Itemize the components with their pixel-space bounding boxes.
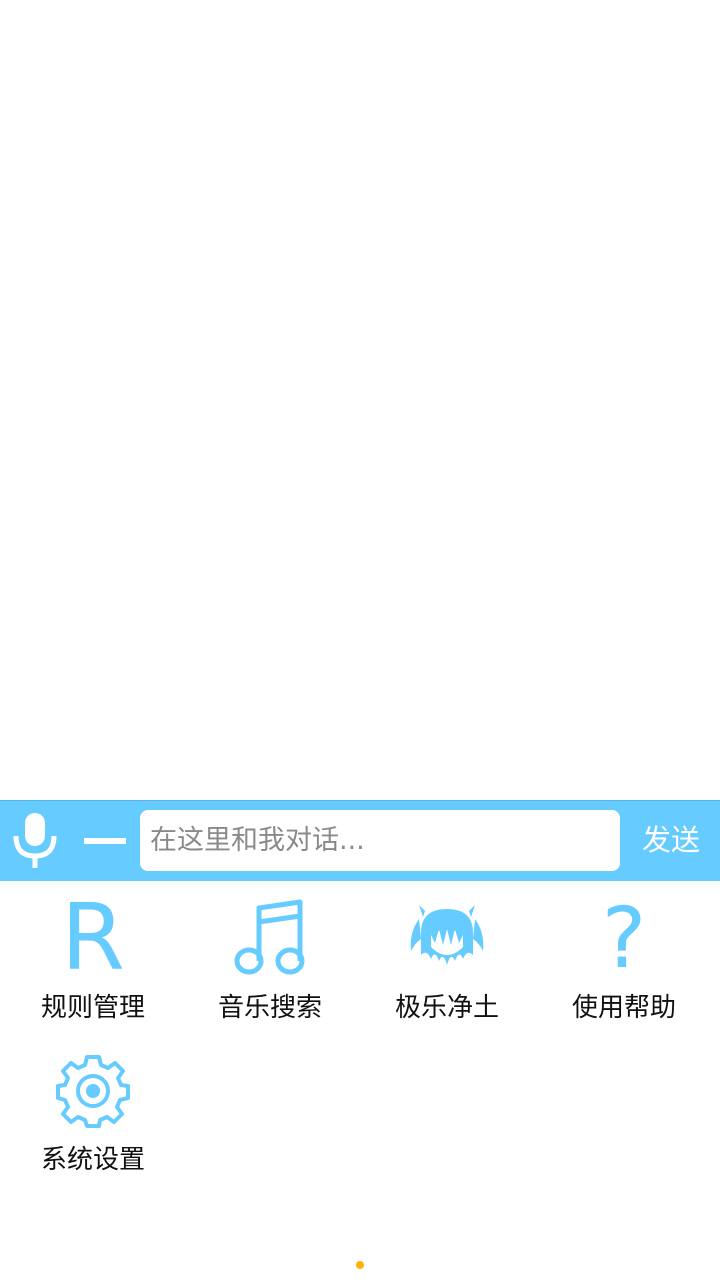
microphone-button[interactable]: [10, 810, 60, 870]
minus-icon: [84, 838, 126, 844]
input-bar-divider: [0, 800, 720, 801]
app-screen: 发送 R 规则管理 音乐搜索: [0, 0, 720, 1280]
menu-item-pure-land[interactable]: 极乐净土: [357, 881, 537, 1031]
page-indicator-dot: [356, 1261, 364, 1269]
function-menu: R 规则管理 音乐搜索 极乐净土 ? 使用帮助 系统设置: [0, 881, 720, 1211]
menu-item-system-settings[interactable]: 系统设置: [3, 1033, 183, 1183]
menu-item-label: 极乐净土: [394, 993, 499, 1023]
menu-item-rule-management[interactable]: R 规则管理: [3, 881, 183, 1031]
chat-area[interactable]: [0, 0, 720, 800]
send-button[interactable]: 发送: [630, 810, 712, 871]
input-bar: 发送: [0, 800, 720, 881]
menu-item-label: 使用帮助: [571, 993, 676, 1023]
music-note-icon: [225, 897, 315, 979]
letter-r-icon: R: [48, 884, 138, 991]
menu-item-label: 规则管理: [40, 993, 145, 1023]
menu-item-help[interactable]: ? 使用帮助: [534, 881, 714, 1031]
collapse-button[interactable]: [80, 816, 130, 866]
chat-input[interactable]: [140, 810, 620, 871]
anime-girl-icon: [402, 897, 492, 979]
gear-icon: [48, 1049, 138, 1131]
microphone-icon: [13, 813, 57, 868]
menu-item-label: 系统设置: [40, 1145, 145, 1175]
question-glyph: ?: [601, 889, 647, 987]
menu-item-label: 音乐搜索: [217, 993, 322, 1023]
question-mark-icon: ?: [579, 889, 669, 987]
menu-item-music-search[interactable]: 音乐搜索: [180, 881, 360, 1031]
r-glyph: R: [61, 884, 125, 991]
